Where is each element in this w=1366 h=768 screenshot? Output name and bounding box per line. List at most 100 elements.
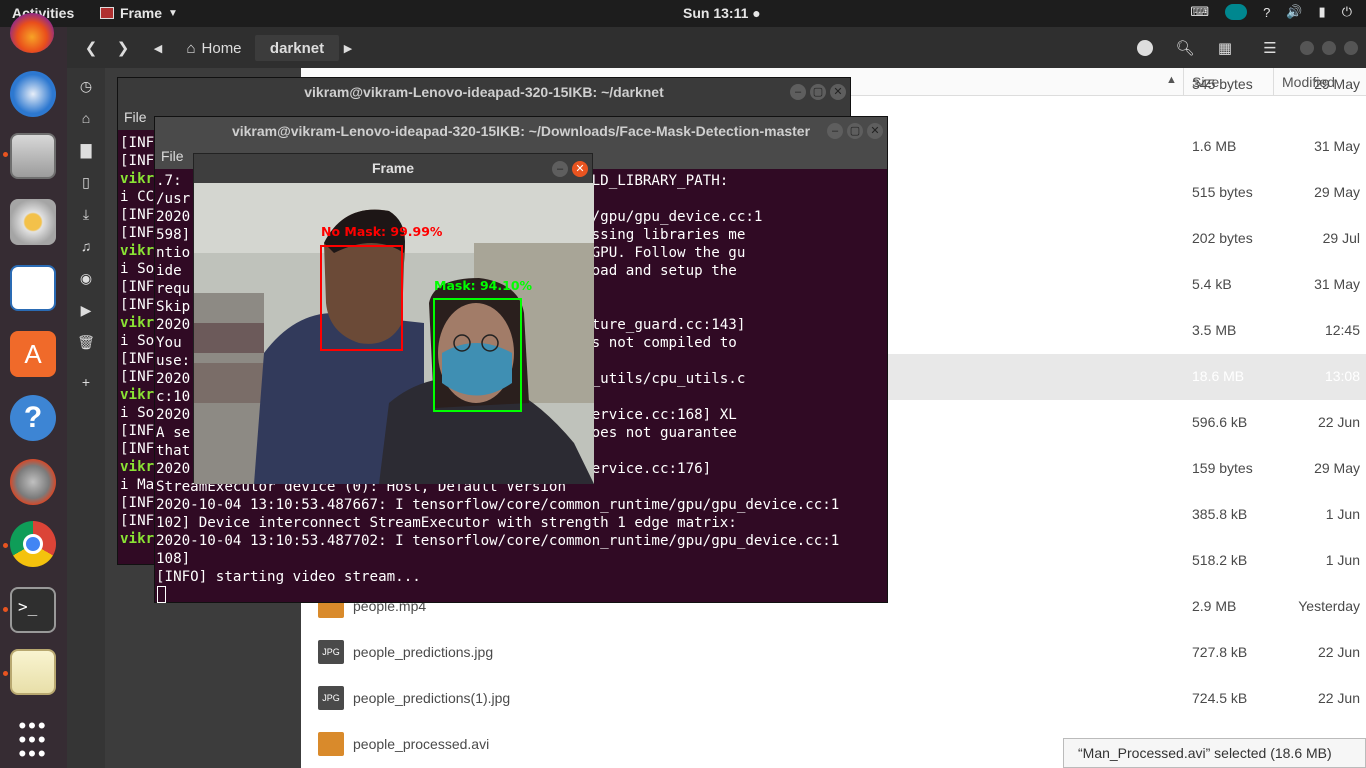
running-indicator <box>3 607 8 612</box>
minimize-button[interactable] <box>1299 35 1315 61</box>
minimize-button[interactable]: – <box>827 123 843 139</box>
maximize-button[interactable] <box>1321 35 1337 61</box>
file-modified: 29 May <box>1314 460 1360 476</box>
trash-icon[interactable]: 🗑︎ <box>77 334 95 352</box>
hamburger-icon: ☰ <box>1263 40 1277 57</box>
frame-title-bar[interactable]: Frame <box>194 154 592 183</box>
music-icon[interactable]: ♫ <box>77 238 95 256</box>
file-manager-header: ❮ ❯ ◀ ⌂ Home darknet ▶ 🔍︎ ▦ ☰ <box>67 27 1366 68</box>
file-modified: 22 Jun <box>1317 644 1360 660</box>
power-icon[interactable]: ⏻ <box>1342 4 1352 20</box>
file-modified: 13:08 <box>1324 368 1360 384</box>
file-modified: 22 Jun <box>1317 690 1360 706</box>
forward-button[interactable]: ❯ <box>110 35 136 61</box>
terminal-line: [INFO] starting video stream... <box>156 569 421 585</box>
file-size: 724.5 kB <box>1192 690 1248 706</box>
path-current-label: darknet <box>269 39 325 57</box>
desktop-folder-icon[interactable]: ▇ <box>77 142 95 160</box>
top-bar: Activities Frame ▼ Sun 13:11 ● ⌨ ? 🔊 ▮ ⏻ <box>0 0 1366 27</box>
detection-label-mask: Mask: 94.10% <box>434 278 533 293</box>
terminal-icon[interactable]: >_ <box>10 587 56 633</box>
terminal-title-bar[interactable]: vikram@vikram-Lenovo-ideapad-320-15IKB: … <box>155 117 887 145</box>
grid-view-button[interactable]: ▦ <box>1212 35 1238 61</box>
file-size: 596.6 kB <box>1192 414 1248 430</box>
back-button[interactable]: ❮ <box>78 35 104 61</box>
file-row[interactable]: JPG people_predictions.jpg 727.8 kB 22 Jun <box>301 630 1366 676</box>
search-button[interactable]: 🔍︎ <box>1172 35 1198 61</box>
file-size: 159 bytes <box>1192 460 1253 476</box>
file-name: people_processed.avi <box>353 736 490 752</box>
menu-button[interactable]: ☰ <box>1257 35 1283 61</box>
firefox-icon[interactable] <box>10 13 54 53</box>
file-modified: 29 May <box>1314 76 1360 92</box>
downloads-icon[interactable]: ⤓ <box>77 206 95 224</box>
path-right-arrow[interactable]: ▶ <box>341 35 355 61</box>
file-size: 727.8 kB <box>1192 644 1248 660</box>
app-menu[interactable]: Frame ▼ <box>100 5 178 21</box>
file-modified: 29 May <box>1314 184 1360 200</box>
other-locations-icon[interactable]: + <box>77 374 95 392</box>
help-icon[interactable]: ? <box>10 395 56 441</box>
rhythmbox-icon[interactable] <box>10 199 56 245</box>
minimize-button[interactable]: – <box>790 84 806 100</box>
terminal-line: 108] <box>156 551 191 567</box>
file-manager-icon[interactable] <box>10 133 56 179</box>
running-indicator <box>3 543 8 548</box>
system-tray[interactable]: ⌨ ? 🔊 ▮ ⏻ <box>1190 4 1352 20</box>
clock[interactable]: Sun 13:11 ● <box>683 5 761 21</box>
libreoffice-writer-icon[interactable] <box>10 265 56 311</box>
file-modified: 29 Jul <box>1322 230 1360 246</box>
file-size: 345 bytes <box>1192 76 1253 92</box>
close-button[interactable]: ✕ <box>867 123 883 139</box>
maximize-button[interactable]: ▢ <box>810 84 826 100</box>
view-toggle-button[interactable] <box>1132 35 1158 61</box>
close-button[interactable]: ✕ <box>830 84 846 100</box>
minimize-button[interactable]: – <box>552 161 568 177</box>
video-file-icon <box>318 732 344 756</box>
notification-dot-icon: ● <box>752 5 761 21</box>
terminal-line: 2020-10-04 13:10:53.487667: I tensorflow… <box>156 497 840 513</box>
home-icon[interactable]: ⌂ <box>77 110 95 128</box>
arduino-icon[interactable] <box>1225 4 1248 20</box>
file-modified: Yesterday <box>1298 598 1360 614</box>
battery-icon[interactable]: ▮ <box>1319 4 1326 20</box>
file-size: 518.2 kB <box>1192 552 1248 568</box>
show-apps-icon[interactable]: ••• ••• ••• <box>10 713 56 765</box>
keyboard-icon[interactable]: ⌨ <box>1190 4 1209 20</box>
path-home-button[interactable]: ⌂ Home <box>173 35 255 61</box>
grid-icon: ▦ <box>1217 40 1233 57</box>
settings-icon[interactable] <box>10 459 56 505</box>
menu-file[interactable]: File <box>124 109 147 125</box>
maximize-button[interactable]: ▢ <box>847 123 863 139</box>
videos-icon[interactable]: ▶ <box>77 302 95 320</box>
frame-title: Frame <box>371 160 415 176</box>
terminal-title: vikram@vikram-Lenovo-ideapad-320-15IKB: … <box>304 84 664 100</box>
close-button[interactable]: ✕ <box>572 161 588 177</box>
running-indicator <box>3 152 8 157</box>
app-menu-label: Frame <box>120 5 163 21</box>
file-modified: 22 Jun <box>1317 414 1360 430</box>
terminal-title-bar[interactable]: vikram@vikram-Lenovo-ideapad-320-15IKB: … <box>118 78 850 106</box>
terminal-line: 102] Device interconnect StreamExecutor … <box>156 515 737 531</box>
file-row[interactable]: JPG people_predictions(1).jpg 724.5 kB 22 J… <box>301 676 1366 722</box>
chrome-icon[interactable] <box>10 521 56 567</box>
running-indicator <box>3 671 8 676</box>
menu-file[interactable]: File <box>161 148 184 164</box>
recent-icon[interactable]: ◷ <box>77 78 95 96</box>
volume-icon[interactable]: 🔊 <box>1286 4 1302 20</box>
pictures-icon[interactable]: ◉ <box>77 270 95 288</box>
close-button[interactable] <box>1343 35 1359 61</box>
documents-icon[interactable]: ▯ <box>77 174 95 192</box>
path-left-arrow[interactable]: ◀ <box>151 35 165 61</box>
path-current-button[interactable]: darknet <box>255 35 339 61</box>
thunderbird-icon[interactable] <box>10 71 56 117</box>
help-icon[interactable]: ? <box>1263 5 1270 20</box>
text-editor-icon[interactable] <box>10 649 56 695</box>
frame-window[interactable]: Frame – ✕ No Mask: 99.99% Mask: 94.10% <box>193 153 594 484</box>
selection-status: “Man_Processed.avi” selected (18.6 MB) <box>1063 738 1366 768</box>
software-center-icon[interactable]: A <box>10 331 56 377</box>
dock: A ? >_ ••• ••• ••• <box>0 13 67 768</box>
file-modified: 31 May <box>1314 138 1360 154</box>
file-size: 3.5 MB <box>1192 322 1237 338</box>
file-modified: 1 Jun <box>1325 552 1360 568</box>
